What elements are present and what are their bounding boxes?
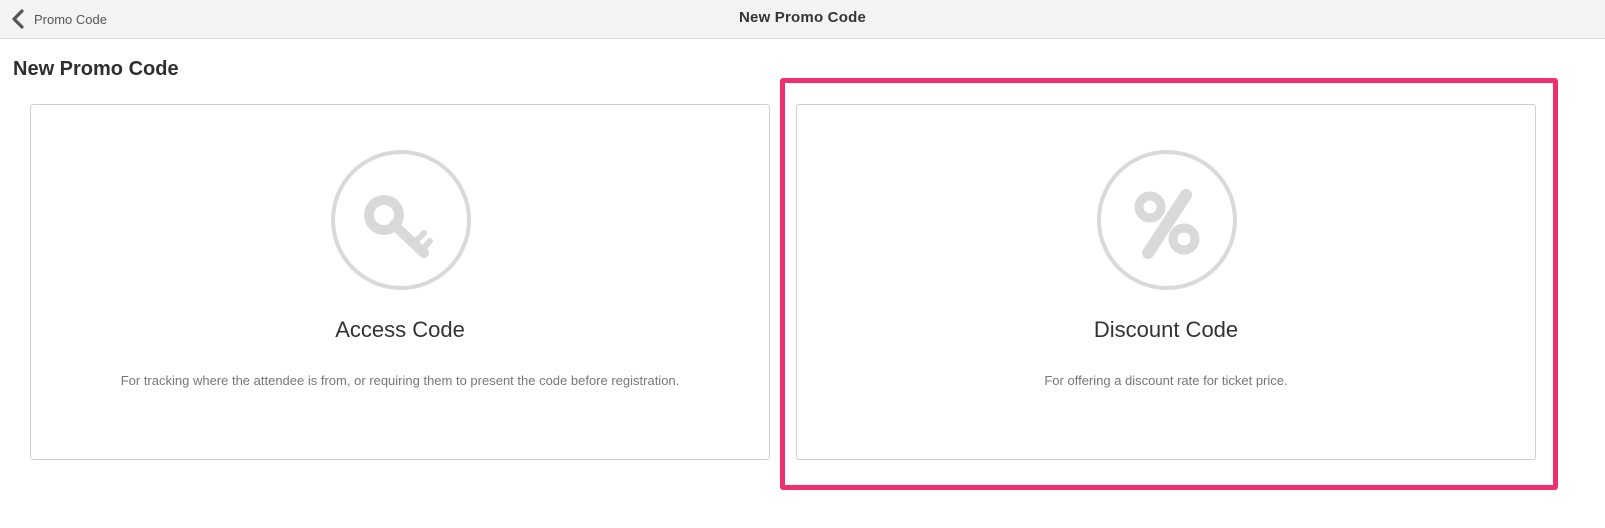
discount-code-title: Discount Code — [1093, 317, 1239, 342]
access-code-description: For tracking where the attendee is from,… — [120, 373, 680, 388]
access-code-card[interactable]: Access Code For tracking where the atten… — [30, 104, 770, 460]
header-title: New Promo Code — [739, 9, 866, 26]
access-code-title: Access Code — [335, 317, 465, 342]
discount-code-description: For offering a discount rate for ticket … — [1044, 373, 1288, 388]
percent-icon — [1097, 150, 1237, 290]
discount-code-card[interactable]: Discount Code For offering a discount ra… — [796, 104, 1536, 460]
top-bar: Promo Code New Promo Code — [0, 0, 1605, 39]
key-icon — [331, 150, 471, 290]
page-title: New Promo Code — [13, 58, 179, 80]
